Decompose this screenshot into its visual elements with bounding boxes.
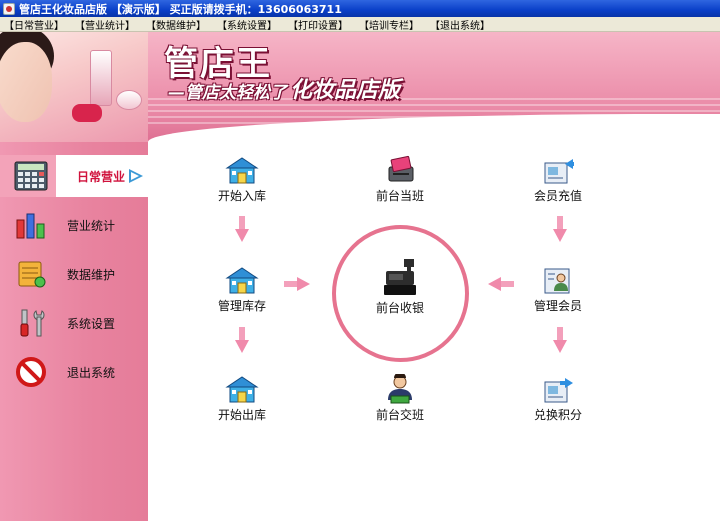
flow-arrow-down-icon bbox=[235, 216, 249, 242]
sidebar-item-label: 营业统计 bbox=[67, 218, 116, 233]
stock-in-button[interactable]: 开始入库 bbox=[197, 153, 287, 204]
shift-start-label: 前台当班 bbox=[375, 189, 424, 203]
no-entry-icon bbox=[13, 355, 49, 389]
logo-edition: 化妆品店版 bbox=[290, 78, 401, 103]
header-banner: 管店王 —管店太轻松了 化妆品店版 bbox=[0, 32, 720, 142]
manage-members-label: 管理会员 bbox=[533, 299, 582, 313]
bar-chart-icon bbox=[13, 208, 49, 242]
cashier-person-icon bbox=[382, 372, 418, 404]
store-icon bbox=[224, 372, 260, 404]
menu-exit[interactable]: 【退出系统】 bbox=[426, 17, 497, 32]
lipstick bbox=[72, 104, 102, 122]
menu-print-settings[interactable]: 【打印设置】 bbox=[284, 17, 355, 32]
shift-handover-button[interactable]: 前台交班 bbox=[355, 372, 445, 423]
sidebar-item-exit-system[interactable]: 退出系统 bbox=[0, 351, 148, 393]
sidebar-item-data-maintenance[interactable]: 数据维护 bbox=[0, 253, 148, 295]
sidebar-item-label: 日常营业 bbox=[77, 169, 126, 184]
menu-training[interactable]: 【培训专栏】 bbox=[355, 17, 426, 32]
store-icon bbox=[224, 263, 260, 295]
redeem-points-label: 兑换积分 bbox=[533, 408, 582, 422]
tools-icon bbox=[13, 306, 49, 340]
flow-arrow-down-icon bbox=[553, 327, 567, 353]
member-recharge-button[interactable]: 会员充值 bbox=[513, 153, 603, 204]
cash-register-icon bbox=[382, 257, 418, 297]
sidebar-item-system-settings[interactable]: 系统设置 bbox=[0, 302, 148, 344]
stock-in-label: 开始入库 bbox=[217, 189, 266, 203]
menu-business-stats[interactable]: 【营业统计】 bbox=[71, 17, 142, 32]
manage-inventory-label: 管理库存 bbox=[217, 299, 266, 313]
manage-members-button[interactable]: 管理会员 bbox=[513, 263, 603, 314]
member-recharge-label: 会员充值 bbox=[533, 189, 582, 203]
sidebar-item-label: 数据维护 bbox=[67, 267, 116, 282]
flow-arrow-right-icon bbox=[284, 277, 310, 291]
stock-out-button[interactable]: 开始出库 bbox=[197, 372, 287, 423]
checkout-label: 前台收银 bbox=[375, 301, 424, 315]
active-arrow-icon bbox=[129, 169, 143, 183]
shift-start-button[interactable]: 前台当班 bbox=[355, 153, 445, 204]
member-card-in-icon bbox=[540, 153, 576, 185]
menu-data-maintenance[interactable]: 【数据维护】 bbox=[142, 17, 213, 32]
flow-arrow-down-icon bbox=[553, 216, 567, 242]
member-card-icon bbox=[540, 263, 576, 295]
calculator-icon bbox=[13, 159, 49, 193]
sidebar-item-label: 退出系统 bbox=[67, 365, 116, 380]
sidebar-item-label: 系统设置 bbox=[67, 316, 116, 331]
sidebar-item-business-stats[interactable]: 营业统计 bbox=[0, 204, 148, 246]
model-photo bbox=[0, 32, 148, 142]
stock-out-label: 开始出库 bbox=[217, 408, 266, 422]
logo-slogan: —管店太轻松了 bbox=[168, 83, 287, 103]
title-bar: 管店王化妆品店版 【演示版】 买正版请拨手机：13606063711 bbox=[0, 0, 720, 17]
cosmetic-jar bbox=[116, 90, 142, 110]
menu-bar: 【日常营业】 【营业统计】 【数据维护】 【系统设置】 【打印设置】 【培训专栏… bbox=[0, 17, 720, 32]
checkout-button[interactable]: 前台收银 bbox=[355, 257, 445, 316]
flow-arrow-left-icon bbox=[488, 277, 514, 291]
window-title: 管店王化妆品店版 【演示版】 买正版请拨手机：13606063711 bbox=[19, 2, 342, 16]
member-card-out-icon bbox=[540, 372, 576, 404]
app-icon bbox=[3, 2, 15, 15]
manage-inventory-button[interactable]: 管理库存 bbox=[197, 263, 287, 314]
shift-handover-label: 前台交班 bbox=[375, 408, 424, 422]
menu-system-settings[interactable]: 【系统设置】 bbox=[213, 17, 284, 32]
sidebar-item-daily-business[interactable]: 日常营业 bbox=[0, 155, 148, 197]
card-swipe-icon bbox=[382, 153, 418, 185]
cosmetic-bottle bbox=[90, 50, 112, 106]
store-icon bbox=[224, 153, 260, 185]
photo-face bbox=[0, 42, 52, 122]
database-icon bbox=[13, 257, 49, 291]
sidebar: 日常营业 营业统计 数据维护 系统设置 退出系统 bbox=[0, 142, 148, 521]
menu-daily-business[interactable]: 【日常营业】 bbox=[0, 17, 71, 32]
flow-arrow-down-icon bbox=[235, 327, 249, 353]
redeem-points-button[interactable]: 兑换积分 bbox=[513, 372, 603, 423]
